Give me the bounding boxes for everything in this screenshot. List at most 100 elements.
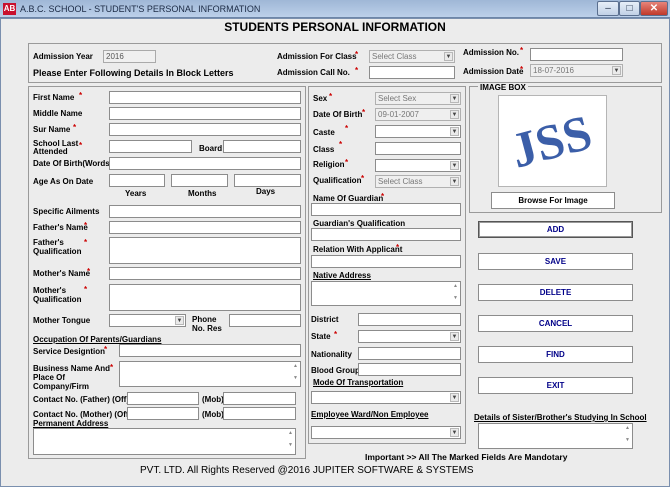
required-mark: * [110, 363, 114, 372]
find-button[interactable]: FIND [478, 346, 633, 363]
scroll-arrows-icon[interactable]: ▲ ▼ [292, 363, 299, 385]
religion-dropdown[interactable]: ▼ [375, 159, 461, 172]
mothers-name-label: Mother's Name [33, 269, 91, 278]
mob-label: (Mob) [202, 410, 224, 419]
district-label: District [311, 315, 339, 324]
permanent-address-textarea[interactable]: ▲ ▼ [33, 428, 296, 455]
chevron-down-icon: ▼ [444, 52, 453, 61]
scroll-arrows-icon[interactable]: ▲ ▼ [287, 430, 294, 453]
footer-copyright: PVT. LTD. All Rights Reserved @2016 JUPI… [140, 465, 474, 476]
qualification-value: Select Class [378, 177, 423, 186]
dob-picker[interactable]: 09-01-2007 ▼ [375, 108, 461, 121]
age-days-input[interactable] [234, 174, 301, 187]
class-input[interactable] [375, 142, 461, 155]
scroll-arrows-icon[interactable]: ▲ ▼ [624, 425, 631, 447]
native-address-textarea[interactable]: ▲ ▼ [311, 281, 461, 306]
mother-tongue-dropdown[interactable]: ▼ [109, 314, 186, 327]
required-mark: * [339, 140, 343, 149]
sex-dropdown[interactable]: Select Sex ▼ [375, 92, 461, 105]
add-button[interactable]: ADD [478, 221, 633, 238]
required-mark: * [87, 267, 91, 276]
mothers-qualification-textarea[interactable] [109, 284, 301, 311]
contact-mother-mob-input[interactable] [223, 407, 296, 420]
state-dropdown[interactable]: ▼ [358, 330, 461, 343]
permanent-address-label: Permanent Address [33, 419, 109, 428]
delete-button[interactable]: DELETE [478, 284, 633, 301]
transportation-label: Mode Of Transportation [313, 378, 404, 387]
exit-button[interactable]: EXIT [478, 377, 633, 394]
required-mark: * [79, 141, 83, 150]
dob-words-input[interactable] [109, 157, 301, 170]
admission-no-label: Admission No. [463, 48, 520, 57]
chevron-down-icon: ▼ [450, 332, 459, 341]
occupation-heading: Occupation Of Parents/Guardians [33, 335, 162, 344]
days-label: Days [256, 187, 276, 196]
sur-name-input[interactable] [109, 123, 301, 136]
required-mark: * [79, 91, 83, 100]
school-last-attended-input[interactable] [109, 140, 192, 153]
employee-ward-dropdown[interactable]: ▼ [311, 426, 461, 439]
admission-date-picker[interactable]: 18-07-2016 ▼ [530, 64, 623, 77]
maximize-button[interactable]: □ [619, 1, 640, 16]
phone-no-res-input[interactable] [229, 314, 301, 327]
religion-label: Religion [313, 160, 345, 169]
sur-name-label: Sur Name [33, 125, 71, 134]
phone-no-res-label: Phone No. Res [192, 315, 222, 333]
fathers-name-input[interactable] [109, 221, 301, 234]
guardian-name-input[interactable] [311, 203, 461, 216]
transportation-dropdown[interactable]: ▼ [311, 391, 461, 404]
required-mark: * [381, 192, 385, 201]
image-box-label: IMAGE BOX [478, 83, 528, 92]
district-input[interactable] [358, 313, 461, 326]
close-button[interactable]: ✕ [640, 1, 668, 16]
sex-label: Sex [313, 94, 328, 103]
business-name-textarea[interactable]: ▲ ▼ [119, 361, 301, 387]
years-label: Years [125, 189, 147, 198]
admission-call-no-input[interactable] [369, 66, 455, 79]
nationality-input[interactable] [358, 347, 461, 360]
scroll-arrows-icon[interactable]: ▲ ▼ [452, 283, 459, 304]
required-mark: * [84, 221, 88, 230]
chevron-down-icon: ▼ [450, 127, 459, 136]
business-name-label: Business Name And Place Of Company/Firm [33, 364, 111, 391]
first-name-input[interactable] [109, 91, 301, 104]
blood-group-input[interactable] [358, 363, 461, 376]
guardian-qualification-input[interactable] [311, 228, 461, 241]
chevron-down-icon: ▼ [450, 428, 459, 437]
qualification-label: Qualification [313, 176, 362, 185]
contact-mother-off-input[interactable] [127, 407, 199, 420]
sibling-details-textarea[interactable]: ▲ ▼ [478, 423, 633, 449]
admission-year-field[interactable]: 2016 [103, 50, 156, 63]
mothers-name-input[interactable] [109, 267, 301, 280]
school-last-attended-label: School Last Attended [33, 139, 79, 156]
student-photo: JSS [498, 95, 607, 187]
minimize-button[interactable]: – [597, 1, 619, 16]
required-mark: * [84, 285, 88, 294]
board-input[interactable] [223, 140, 301, 153]
service-designation-input[interactable] [119, 344, 301, 357]
qualification-dropdown[interactable]: Select Class ▼ [375, 175, 461, 188]
contact-father-mob-input[interactable] [223, 392, 296, 405]
age-as-on-date-label: Age As On Date [33, 177, 94, 186]
specific-ailments-input[interactable] [109, 205, 301, 218]
required-mark: * [345, 124, 349, 133]
board-label: Board [199, 144, 223, 153]
admission-no-input[interactable] [530, 48, 623, 61]
age-months-input[interactable] [171, 174, 228, 187]
middle-name-input[interactable] [109, 107, 301, 120]
chevron-down-icon: ▼ [450, 161, 459, 170]
fathers-qualification-textarea[interactable] [109, 237, 301, 264]
contact-father-off-input[interactable] [127, 392, 199, 405]
required-mark: * [520, 65, 524, 74]
cancel-button[interactable]: CANCEL [478, 315, 633, 332]
important-note: Important >> All The Marked Fields Are M… [365, 452, 568, 462]
age-years-input[interactable] [109, 174, 165, 187]
browse-image-button[interactable]: Browse For Image [491, 192, 615, 209]
mob-label: (Mob) [202, 395, 224, 404]
save-button[interactable]: SAVE [478, 253, 633, 270]
caste-dropdown[interactable]: ▼ [375, 125, 461, 138]
admission-date-value: 18-07-2016 [533, 66, 574, 75]
admission-call-no-label: Admission Call No. [277, 68, 350, 77]
relation-input[interactable] [311, 255, 461, 268]
admission-class-dropdown[interactable]: Select Class ▼ [369, 50, 455, 63]
